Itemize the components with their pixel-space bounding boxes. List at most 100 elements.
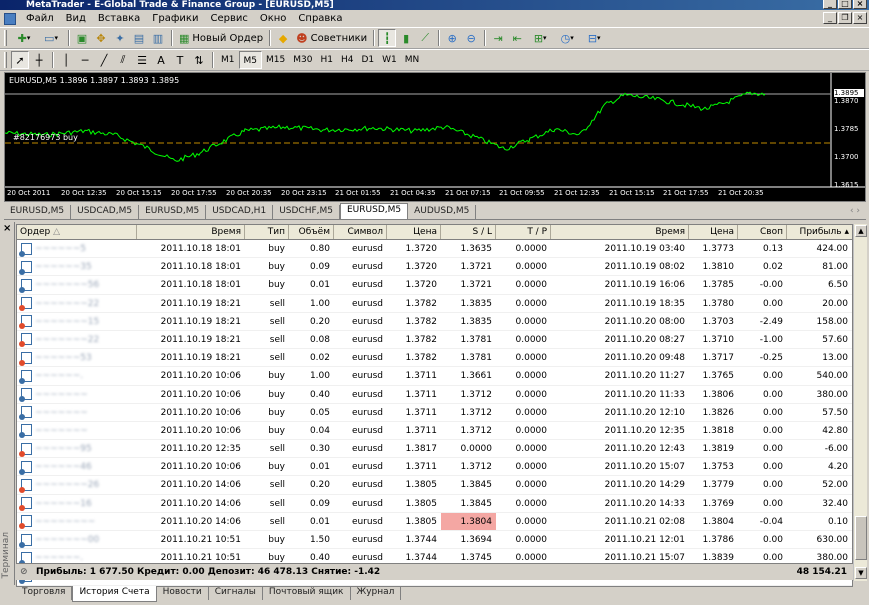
chart-tab[interactable]: USDCHF,M5 <box>273 205 340 219</box>
column-header[interactable]: Объём <box>289 225 334 239</box>
column-header[interactable]: Время <box>551 225 689 239</box>
column-header[interactable]: Тип <box>245 225 289 239</box>
text-icon[interactable]: A <box>152 51 170 69</box>
timeframe-m1[interactable]: M1 <box>217 51 239 69</box>
column-header[interactable]: S / L <box>441 225 496 239</box>
terminal-icon[interactable]: ▤ <box>130 29 148 47</box>
tab-news[interactable]: Новости <box>157 586 209 600</box>
tab-mailbox[interactable]: Почтовый ящик <box>263 586 351 600</box>
scrollbar-thumb[interactable] <box>855 516 867 560</box>
data-window-icon[interactable]: ✥ <box>92 29 110 47</box>
menu-charts[interactable]: Графики <box>146 11 204 26</box>
timeframe-h4[interactable]: H4 <box>337 51 358 69</box>
table-row[interactable]: ~~~~~~~15 2011.10.19 18:21 sell 0.20 eurusd 1… <box>17 313 852 331</box>
menu-help[interactable]: Справка <box>292 11 348 26</box>
vertical-line-icon[interactable]: │ <box>57 51 75 69</box>
strategy-tester-icon[interactable]: ▥ <box>149 29 167 47</box>
text-label-icon[interactable]: T <box>171 51 189 69</box>
table-row[interactable]: ~~~~~~~56 2011.10.18 18:01 buy 0.01 eurusd 1.… <box>17 276 852 295</box>
scroll-down-icon[interactable]: ▼ <box>855 567 867 579</box>
chart-tab[interactable]: EURUSD,M5 <box>139 205 207 219</box>
column-header[interactable]: Своп <box>738 225 787 239</box>
column-header[interactable]: Цена <box>387 225 441 239</box>
chart-shift-icon[interactable]: ⇤ <box>508 29 526 47</box>
chart-tab[interactable]: AUDUSD,M5 <box>408 205 477 219</box>
auto-scroll-icon[interactable]: ⇥ <box>489 29 507 47</box>
column-header-order[interactable]: Ордер △ <box>17 225 137 239</box>
tab-account-history[interactable]: История Счета <box>72 586 157 602</box>
toolbar-grip[interactable] <box>4 30 7 46</box>
profiles-icon[interactable]: ▭ ▾ <box>38 29 64 47</box>
column-header[interactable]: Цена <box>689 225 738 239</box>
tab-signals[interactable]: Сигналы <box>209 586 263 600</box>
table-row[interactable]: ~~~~~~16 2011.10.20 14:06 sell 0.09 eurusd 1.… <box>17 495 852 513</box>
column-header[interactable]: T / P <box>496 225 551 239</box>
horizontal-line-icon[interactable]: ─ <box>76 51 94 69</box>
channel-icon[interactable]: ⫽ <box>114 51 132 69</box>
timeframe-h1[interactable]: H1 <box>316 51 337 69</box>
menu-tools[interactable]: Сервис <box>204 11 253 26</box>
navigator-icon[interactable]: ✦ <box>111 29 129 47</box>
table-row[interactable]: ~~~~~~~22 2011.10.19 18:21 sell 0.08 eurusd 1… <box>17 331 852 350</box>
arrows-icon[interactable]: ⇅ <box>190 51 208 69</box>
menu-insert[interactable]: Вставка <box>92 11 146 26</box>
candlestick-icon[interactable]: ▮ <box>397 29 415 47</box>
menu-view[interactable]: Вид <box>60 11 92 26</box>
market-watch-icon[interactable]: ▣ <box>73 29 91 47</box>
minimize-icon[interactable]: _ <box>823 0 837 9</box>
table-row[interactable]: ~~~~~~95 2011.10.20 12:35 sell 0.30 eurusd 1.… <box>17 440 852 459</box>
timeframe-w1[interactable]: W1 <box>378 51 401 69</box>
menu-file[interactable]: Файл <box>20 11 60 26</box>
column-header[interactable]: Прибыль ▴ <box>787 225 852 239</box>
crosshair-icon[interactable]: ┼ <box>30 51 48 69</box>
metaeditor-icon[interactable]: ◆ <box>274 29 292 47</box>
table-row[interactable]: ~~~~~~35 2011.10.18 18:01 buy 0.09 eurusd 1.3… <box>17 258 852 277</box>
doc-minimize-icon[interactable]: _ <box>823 12 837 24</box>
timeframe-m15[interactable]: M15 <box>262 51 289 69</box>
chart-tab-active[interactable]: EURUSD,M5 <box>340 203 409 219</box>
cursor-icon[interactable]: ➚ <box>11 51 29 69</box>
timeframe-m5[interactable]: M5 <box>238 51 262 69</box>
timeframe-d1[interactable]: D1 <box>357 51 378 69</box>
table-row[interactable]: ~~~~~~5 2011.10.18 18:01 buy 0.80 eurusd 1.37… <box>17 240 852 259</box>
tab-scroll-arrows-icon[interactable]: ‹ › <box>850 206 860 216</box>
tab-trade[interactable]: Торговля <box>16 586 73 600</box>
close-icon[interactable]: × <box>853 0 867 9</box>
doc-restore-icon[interactable]: ❐ <box>838 12 852 24</box>
timeframe-mn[interactable]: MN <box>401 51 424 69</box>
fibonacci-icon[interactable]: ☰ <box>133 51 151 69</box>
toolbar-grip[interactable] <box>4 52 7 68</box>
zoom-out-icon[interactable]: ⊖ <box>462 29 480 47</box>
trendline-icon[interactable]: ╱ <box>95 51 113 69</box>
vertical-scrollbar[interactable]: ▲ ▼ <box>853 224 867 581</box>
close-terminal-icon[interactable]: × <box>3 223 11 234</box>
chart-tab[interactable]: USDCAD,M5 <box>71 205 140 219</box>
bar-chart-icon[interactable]: ┇ <box>378 29 397 47</box>
expert-advisors-button[interactable]: ☻ Советники <box>293 29 370 47</box>
timeframe-m30[interactable]: M30 <box>289 51 316 69</box>
table-row[interactable]: ~~~~~~~26 2011.10.20 14:06 sell 0.20 eurusd 1… <box>17 476 852 495</box>
table-row[interactable]: ~~~~~~~22 2011.10.19 18:21 sell 1.00 eurusd 1… <box>17 295 852 313</box>
table-row[interactable]: ~~~~~~~ 2011.10.20 10:06 buy 0.40 eurusd 1.37… <box>17 386 852 404</box>
indicators-icon[interactable]: ⊞ ▾ <box>527 29 553 47</box>
menu-window[interactable]: Окно <box>254 11 293 26</box>
scroll-up-icon[interactable]: ▲ <box>855 225 867 237</box>
line-chart-icon[interactable]: ⟋ <box>416 29 434 47</box>
chart-tab[interactable]: USDCAD,H1 <box>206 205 274 219</box>
column-header[interactable]: Время <box>137 225 245 239</box>
templates-icon[interactable]: ⊟ ▾ <box>581 29 607 47</box>
table-row[interactable]: ~~~~~~53 2011.10.19 18:21 sell 0.02 eurusd 1.… <box>17 349 852 368</box>
zoom-in-icon[interactable]: ⊕ <box>443 29 461 47</box>
table-row[interactable]: ~~~~~~~ 2011.10.20 10:06 buy 0.05 eurusd 1.37… <box>17 404 852 422</box>
maximize-icon[interactable]: □ <box>838 0 852 9</box>
table-row[interactable]: ~~~~~~~~ 2011.10.20 14:06 sell 0.01 eurusd 1.… <box>17 512 852 531</box>
column-header[interactable]: Символ <box>334 225 387 239</box>
new-chart-icon[interactable]: ✚ ▾ <box>11 29 37 47</box>
doc-close-icon[interactable]: × <box>853 12 867 24</box>
new-order-button[interactable]: ▦ Новый Ордер <box>176 29 266 47</box>
app-icon[interactable] <box>4 12 16 25</box>
table-row[interactable]: ~~~~~~46 2011.10.20 10:06 buy 0.01 eurusd 1.3… <box>17 458 852 477</box>
chart-tab[interactable]: EURUSD,M5 <box>4 205 72 219</box>
table-row[interactable]: ~~~~~~~00 2011.10.21 10:51 buy 1.50 eurusd 1.… <box>17 531 852 550</box>
table-row[interactable]: ~~~~~~~ 2011.10.20 10:06 buy 0.04 eurusd 1.37… <box>17 422 852 441</box>
